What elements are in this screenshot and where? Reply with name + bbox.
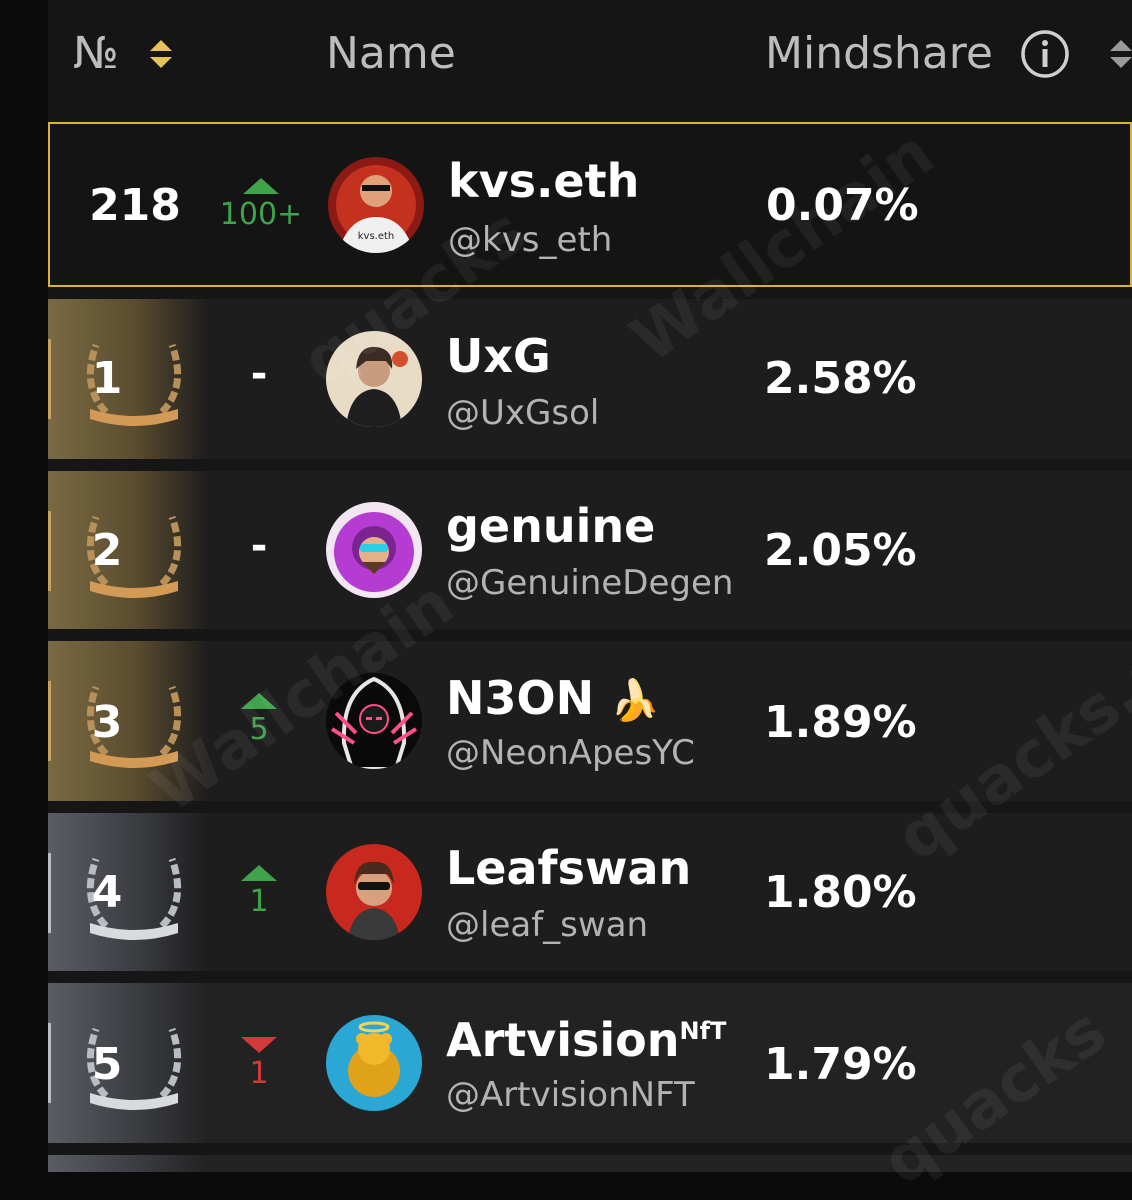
- column-header-number[interactable]: №: [73, 26, 119, 82]
- avatar[interactable]: [326, 331, 422, 427]
- table-row[interactable]: [48, 1155, 1132, 1172]
- rank-number: 5: [91, 1039, 123, 1090]
- user-handle[interactable]: @UxGsol: [446, 393, 599, 433]
- silver-medal-background: [48, 1155, 208, 1172]
- user-display-name[interactable]: Leafswan: [446, 841, 691, 895]
- rank-change: -: [250, 351, 268, 397]
- rank-change-value: 100+: [219, 197, 303, 232]
- rank-change-value: 5: [249, 712, 269, 747]
- mindshare-value: 1.80%: [764, 867, 917, 918]
- avatar[interactable]: [326, 502, 422, 598]
- sort-icon[interactable]: [148, 38, 174, 70]
- table-row-current-user[interactable]: 218 100+ kvs.eth kvs.eth @kvs_eth 0.07%: [48, 122, 1132, 287]
- mindshare-value: 2.05%: [764, 525, 917, 576]
- rank-down-icon: [241, 1037, 277, 1053]
- rank-up-icon: [241, 865, 277, 881]
- mindshare-value: 1.79%: [764, 1039, 917, 1090]
- svg-text:kvs.eth: kvs.eth: [358, 231, 395, 242]
- user-display-name[interactable]: genuine: [446, 499, 655, 553]
- mindshare-value: 2.58%: [764, 353, 917, 404]
- table-header: № Name Mindshare: [48, 0, 1132, 110]
- rank-change-value: 1: [249, 1056, 269, 1091]
- mindshare-value: 1.89%: [764, 697, 917, 748]
- avatar[interactable]: [326, 1015, 422, 1111]
- avatar[interactable]: [326, 673, 422, 769]
- rank-number: 2: [91, 525, 123, 576]
- column-header-mindshare[interactable]: Mindshare: [765, 26, 993, 82]
- rank-up-icon: [241, 693, 277, 709]
- user-handle[interactable]: @NeonApesYC: [446, 733, 695, 773]
- rank-change: -: [250, 523, 268, 569]
- banana-emoji-icon: 🍌: [610, 678, 660, 724]
- user-display-name[interactable]: ArtvisionNfT: [446, 1013, 726, 1067]
- rank-change: 1: [216, 865, 302, 919]
- rank-number: 218: [89, 180, 181, 231]
- user-display-name[interactable]: N3ON 🍌: [446, 671, 660, 725]
- rank-up-icon: [243, 178, 279, 194]
- rank-number: 3: [91, 697, 123, 748]
- table-row[interactable]: 5 1 ArtvisionNfT @ArtvisionNFT 1.79%: [48, 983, 1132, 1143]
- table-row[interactable]: 3 5 N3ON 🍌 @NeonApesYC 1.89%: [48, 641, 1132, 801]
- user-handle[interactable]: @ArtvisionNFT: [446, 1075, 695, 1115]
- user-handle[interactable]: @kvs_eth: [448, 220, 612, 260]
- user-display-name[interactable]: UxG: [446, 329, 551, 383]
- rank-change: 1: [216, 1037, 302, 1091]
- user-handle[interactable]: @leaf_swan: [446, 905, 648, 945]
- info-icon[interactable]: [1020, 29, 1070, 79]
- rank-change: 5: [216, 693, 302, 747]
- avatar[interactable]: [326, 844, 422, 940]
- table-row[interactable]: 2 - genuine @GenuineDegen 2.05%: [48, 471, 1132, 629]
- rank-number: 1: [91, 353, 123, 404]
- table-row[interactable]: 1 - UxG @UxGsol 2.58%: [48, 299, 1132, 459]
- rank-change: 100+: [218, 178, 304, 232]
- user-display-name[interactable]: kvs.eth: [448, 154, 639, 208]
- avatar[interactable]: kvs.eth: [328, 157, 424, 253]
- column-header-name[interactable]: Name: [326, 26, 456, 82]
- table-row[interactable]: 4 1 Leafswan @leaf_swan 1.80%: [48, 813, 1132, 971]
- sort-icon[interactable]: [1108, 38, 1132, 70]
- mindshare-value: 0.07%: [766, 180, 919, 231]
- leaderboard-panel: № Name Mindshare 218 100+ kvs.eth kvs.et…: [48, 0, 1132, 1200]
- rank-change-value: 1: [249, 884, 269, 919]
- rank-number: 4: [91, 867, 123, 918]
- user-handle[interactable]: @GenuineDegen: [446, 563, 733, 603]
